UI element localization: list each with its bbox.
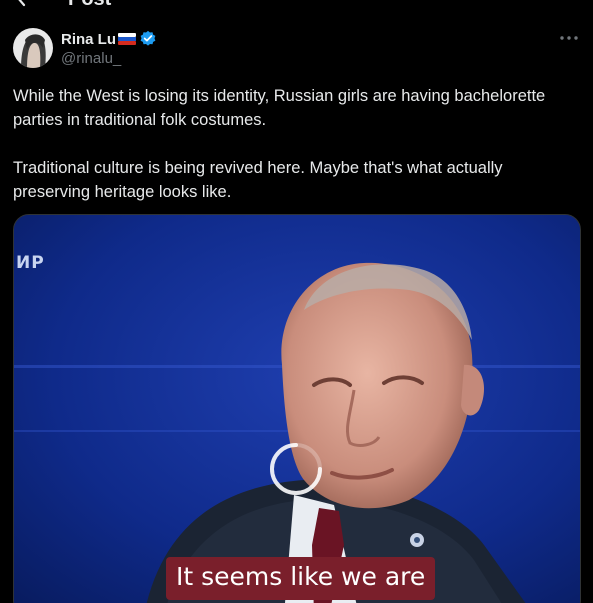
avatar-image: [13, 28, 53, 68]
video-caption: It seems like we are: [166, 557, 436, 600]
back-arrow-icon[interactable]: [12, 0, 32, 8]
video-player[interactable]: ИР It seems like we are: [13, 214, 581, 603]
post-text: While the West is losing its identity, R…: [13, 84, 583, 204]
avatar[interactable]: [13, 28, 53, 68]
author-handle[interactable]: @rinalu_: [61, 50, 157, 67]
more-options-icon[interactable]: [557, 30, 581, 46]
verified-badge-icon: [140, 30, 156, 46]
russia-flag-icon: [118, 33, 136, 45]
author-name[interactable]: Rina Lu: [61, 31, 116, 48]
post-paragraph: While the West is losing its identity, R…: [13, 87, 546, 129]
post-paragraph: Traditional culture is being revived her…: [13, 159, 503, 201]
video-frame: [14, 215, 580, 603]
channel-logo: ИР: [16, 253, 45, 273]
page-title: Post: [68, 0, 111, 11]
post-page: Post Rina Lu @rinalu_: [0, 0, 593, 603]
top-bar: Post: [0, 0, 593, 12]
author-info: Rina Lu @rinalu_: [61, 29, 157, 67]
author-name-row: Rina Lu: [61, 29, 157, 49]
loading-spinner-icon: [270, 443, 322, 495]
